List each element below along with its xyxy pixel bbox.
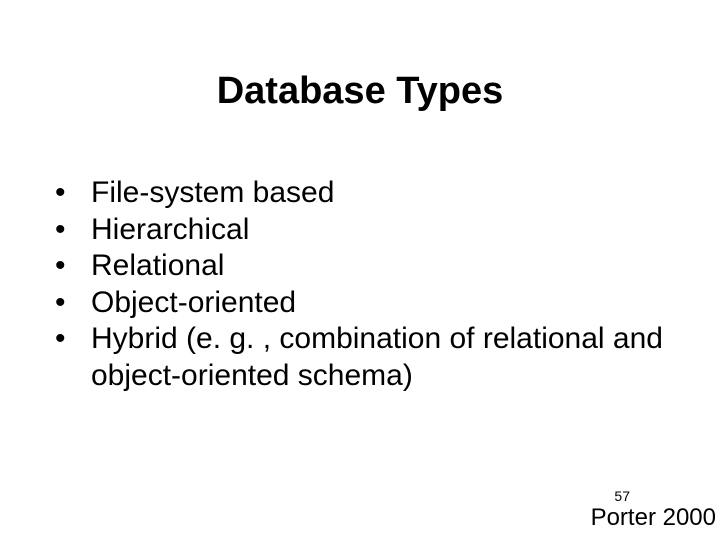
list-item: Hierarchical (55, 212, 680, 249)
list-item: Object-oriented (55, 285, 680, 322)
slide-title: Database Types (0, 70, 720, 113)
list-item: Hybrid (e. g. , combination of relationa… (55, 321, 680, 394)
page-number: 57 (614, 488, 630, 504)
list-item: Relational (55, 248, 680, 285)
slide-content: File-system based Hierarchical Relationa… (55, 175, 680, 395)
bullet-list: File-system based Hierarchical Relationa… (55, 175, 680, 395)
list-item: File-system based (55, 175, 680, 212)
slide: Database Types File-system based Hierarc… (0, 0, 720, 540)
footer-text: Porter 2000 (591, 504, 716, 532)
